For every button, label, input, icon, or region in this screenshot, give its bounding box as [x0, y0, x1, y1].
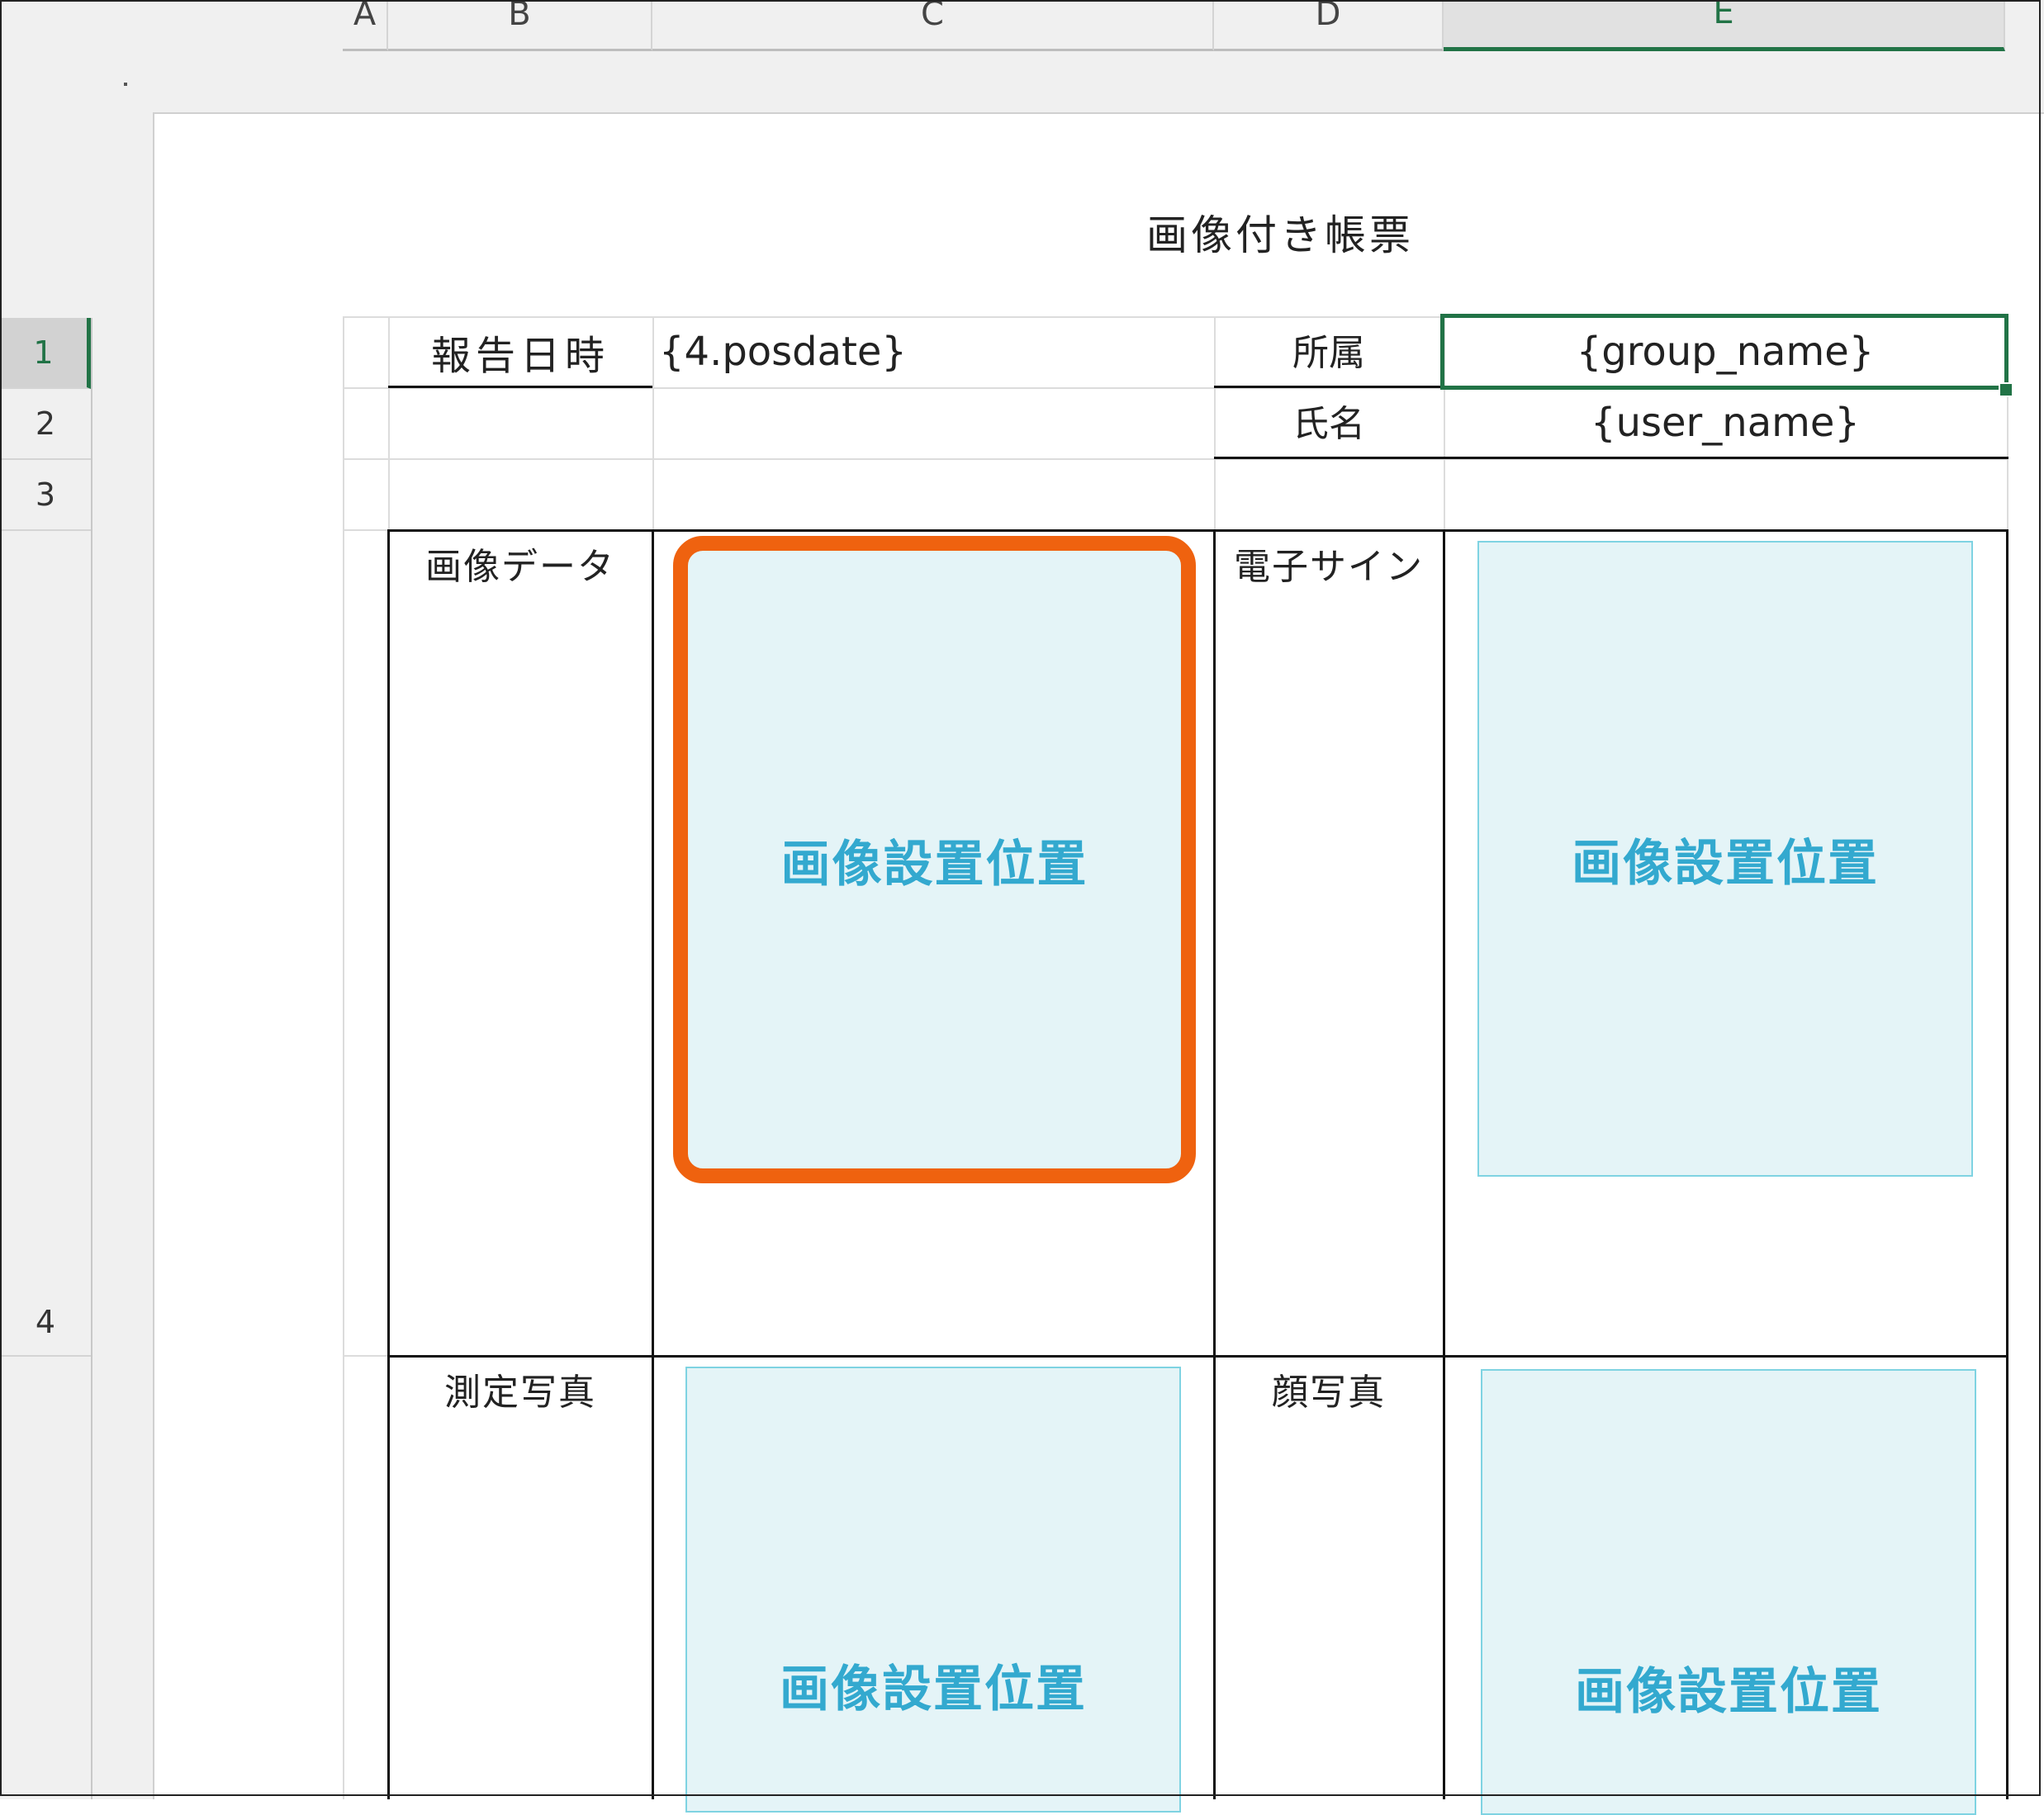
gridline — [652, 316, 654, 531]
table-border — [652, 529, 654, 1799]
row-header-4[interactable]: 4 — [0, 531, 91, 1357]
gridline — [343, 529, 392, 531]
row-header-3[interactable]: 3 — [0, 460, 91, 531]
image-data-label[interactable]: 画像データ — [388, 537, 652, 590]
placeholder-text: 画像設置位置 — [1575, 1663, 1882, 1721]
name-label[interactable]: 氏名 — [1214, 387, 1444, 453]
placeholder-text: 画像設置位置 — [780, 1661, 1087, 1718]
column-header-b[interactable]: B — [388, 0, 652, 51]
page-top-margin — [153, 53, 2044, 112]
name-value[interactable]: {user_name} — [1444, 387, 2007, 458]
column-header-c[interactable]: C — [652, 0, 1214, 51]
report-date-label[interactable]: 報告日時 — [388, 316, 652, 387]
placeholder-text: 画像設置位置 — [1572, 834, 1879, 893]
measurement-photo-label[interactable]: 測定写真 — [388, 1362, 652, 1415]
affiliation-label[interactable]: 所属 — [1214, 316, 1444, 382]
table-border — [1213, 529, 1216, 1799]
table-border — [1443, 529, 1445, 1799]
row-header-1[interactable]: 1 — [0, 318, 91, 389]
report-date-value[interactable]: {4.posdate} — [659, 316, 1212, 387]
column-header-e[interactable]: E — [1444, 0, 2005, 51]
gridline — [343, 1355, 392, 1357]
table-border — [2006, 529, 2008, 1799]
e-signature-label[interactable]: 電子サイン — [1214, 537, 1444, 590]
page-marker — [124, 83, 127, 86]
e-signature-placeholder[interactable]: 画像設置位置 — [1477, 541, 1973, 1177]
column-header-bar: A B C D E — [0, 0, 2044, 53]
table-border — [387, 529, 390, 1799]
report-title: 画像付き帳票 — [1146, 211, 1414, 259]
row-header-bar: 1 2 3 4 — [0, 318, 92, 1799]
table-border — [388, 529, 2008, 532]
table-border — [388, 1355, 2008, 1358]
gridline — [343, 316, 344, 1799]
highlight-frame — [673, 536, 1196, 1183]
active-cell-e1[interactable] — [1440, 314, 2008, 390]
row-header-2[interactable]: 2 — [0, 389, 91, 460]
column-header-a[interactable]: A — [343, 0, 388, 51]
face-photo-label[interactable]: 顔写真 — [1214, 1362, 1444, 1415]
fill-handle[interactable] — [1999, 382, 2013, 397]
face-photo-placeholder[interactable]: 画像設置位置 — [1481, 1369, 1976, 1815]
measurement-photo-placeholder[interactable]: 画像設置位置 — [685, 1367, 1181, 1813]
column-header-d[interactable]: D — [1214, 0, 1444, 51]
